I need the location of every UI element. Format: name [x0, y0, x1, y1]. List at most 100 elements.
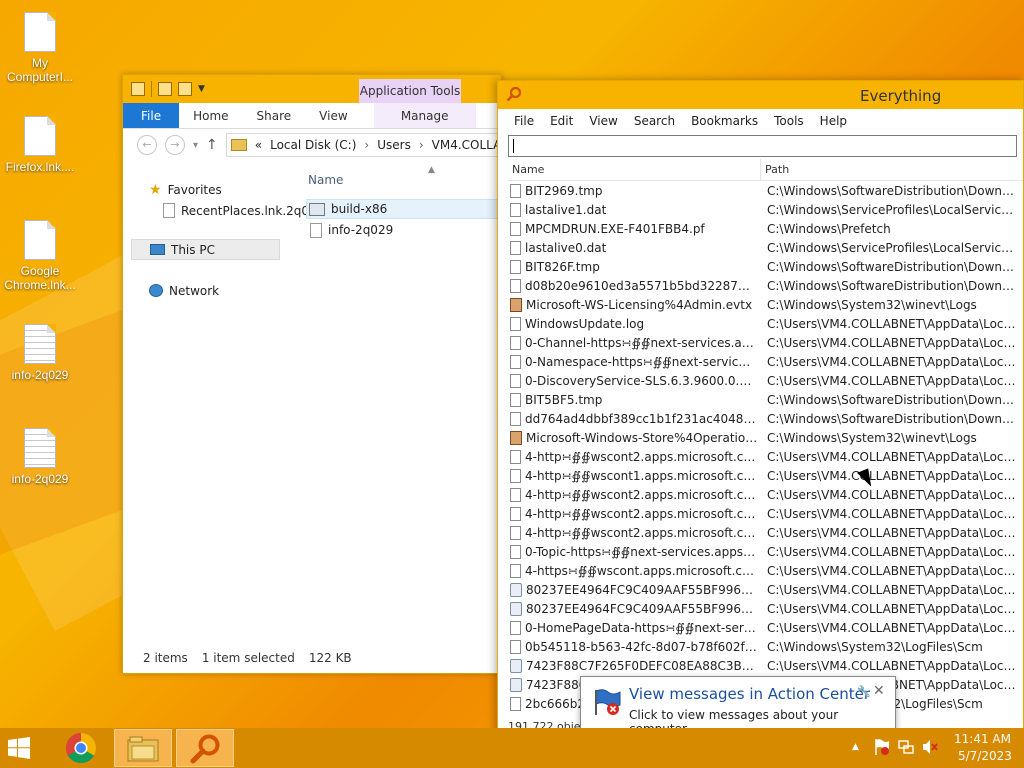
tab-manage[interactable]: Manage: [373, 103, 476, 128]
clock-date[interactable]: 5/7/2023: [958, 749, 1012, 763]
taskbar-file-explorer-button[interactable]: [114, 729, 172, 767]
clock-time[interactable]: 11:41 AM: [954, 732, 1011, 746]
folder-icon[interactable]: [131, 82, 145, 96]
tab-home[interactable]: Home: [179, 103, 242, 128]
speaker-muted-icon[interactable]: [922, 739, 938, 755]
desktop-icon-firefox[interactable]: Firefox.lnk....: [2, 116, 78, 174]
magnifier-icon: [506, 86, 522, 102]
explorer-title-bar[interactable]: ▼ Application Tools: [123, 75, 501, 103]
menu-bookmarks[interactable]: Bookmarks: [683, 109, 766, 133]
menu-tools[interactable]: Tools: [766, 109, 812, 133]
result-name: MPCMDRUN.EXE-F401FBB4.pf: [525, 221, 705, 236]
file-row-info-2q029[interactable]: info-2q029: [306, 220, 393, 240]
nav-favorites[interactable]: ★ Favorites: [123, 179, 288, 200]
result-row[interactable]: 4-http∺∯∯wscont2.apps.microsoft.com... C:…: [508, 504, 1023, 523]
back-button[interactable]: ←: [137, 135, 157, 155]
toolbar-separator: [151, 81, 152, 97]
desktop-icon-info-1[interactable]: info-2q029: [2, 324, 78, 382]
file-row-build-x86[interactable]: build-x86: [306, 199, 506, 219]
show-hidden-icons-chevron-icon[interactable]: ▲: [852, 742, 859, 752]
nav-recent-places[interactable]: RecentPlaces.lnk.2q0: [123, 200, 309, 221]
result-name-cell: 80237EE4964FC9C409AAF55BF996A292_C0...: [508, 601, 765, 616]
tab-file[interactable]: File: [123, 103, 180, 128]
result-row[interactable]: lastalive0.dat C:\Windows\ServiceProfiles…: [508, 238, 1023, 257]
results-list[interactable]: Name Path BIT2969.tmp C:\Windows\Software…: [508, 159, 1023, 715]
result-row[interactable]: Microsoft-WS-Licensing%4Admin.evtx C:\Win…: [508, 295, 1023, 314]
result-row[interactable]: 7423F88C7F265F0DEFC08EA88C3BDE45_A... C:\…: [508, 656, 1023, 675]
result-row[interactable]: 0-Channel-https∺∯∯next-services.apps....…: [508, 333, 1023, 352]
file-icon: [510, 487, 521, 502]
result-row[interactable]: 80237EE4964FC9C409AAF55BF996A292_C0... C:…: [508, 580, 1023, 599]
result-row[interactable]: dd764ad4dbbf389cc1b1f231ac40480fe35fa...…: [508, 409, 1023, 428]
desktop-icon-info-2[interactable]: info-2q029: [2, 428, 78, 486]
file-icon: [24, 12, 56, 52]
breadcrumb-users[interactable]: Users: [377, 138, 411, 152]
menu-help[interactable]: Help: [812, 109, 855, 133]
result-row[interactable]: 80237EE4964FC9C409AAF55BF996A292_C0... C:…: [508, 599, 1023, 618]
text-file-icon: [24, 428, 56, 468]
result-row[interactable]: d08b20e9610ed3a5571b5bd322878716fab4... C…: [508, 276, 1023, 295]
result-row[interactable]: Microsoft-Windows-Store%4Operational....…: [508, 428, 1023, 447]
column-header-name[interactable]: Name: [508, 159, 761, 180]
column-header-path[interactable]: Path: [761, 159, 789, 180]
forward-button[interactable]: →: [165, 135, 185, 155]
tab-view[interactable]: View: [305, 103, 361, 128]
windows-start-icon[interactable]: [8, 737, 30, 759]
chevron-down-icon[interactable]: ▼: [198, 84, 205, 94]
notification-title[interactable]: View messages in Action Center: [629, 685, 870, 703]
result-row[interactable]: lastalive1.dat C:\Windows\ServiceProfiles…: [508, 200, 1023, 219]
result-row[interactable]: WindowsUpdate.log C:\Users\VM4.COLLABNET\…: [508, 314, 1023, 333]
config-file-icon: [510, 658, 522, 673]
network-icon: [149, 284, 163, 297]
file-explorer-window[interactable]: ▼ Application Tools File Home Share View…: [122, 74, 506, 674]
action-center-notification[interactable]: View messages in Action Center Click to …: [580, 676, 896, 736]
result-row[interactable]: BIT5BF5.tmp C:\Windows\SoftwareDistributi…: [508, 390, 1023, 409]
nav-this-pc[interactable]: This PC: [131, 239, 280, 260]
result-name: 4-http∺∯∯wscont2.apps.microsoft.com...: [525, 449, 757, 464]
file-icon: [510, 525, 521, 540]
result-row[interactable]: 4-https∺∯∯wscont.apps.microsoft.com... C:…: [508, 561, 1023, 580]
breadcrumb-local-disk[interactable]: Local Disk (C:): [270, 138, 356, 152]
menu-file[interactable]: File: [506, 109, 542, 133]
result-row[interactable]: BIT826F.tmp C:\Windows\SoftwareDistributi…: [508, 257, 1023, 276]
file-icon: [510, 202, 521, 217]
result-row[interactable]: BIT2969.tmp C:\Windows\SoftwareDistributi…: [508, 181, 1023, 200]
result-row[interactable]: 4-http∺∯∯wscont2.apps.microsoft.com... C:…: [508, 523, 1023, 542]
address-bar[interactable]: « Local Disk (C:) › Users › VM4.COLLAB: [225, 133, 501, 157]
recent-locations-chevron-icon[interactable]: ▾: [193, 140, 198, 151]
result-row[interactable]: 0-HomePageData-https∺∯∯next-service... C:…: [508, 618, 1023, 637]
result-row[interactable]: 4-http∺∯∯wscont2.apps.microsoft.com... C:…: [508, 447, 1023, 466]
up-arrow-icon[interactable]: ↑: [206, 137, 218, 153]
taskbar-chrome-button[interactable]: [52, 729, 110, 767]
result-row[interactable]: 0b545118-b563-42fc-8d07-b78f602fcf34 C:\W…: [508, 637, 1023, 656]
result-row[interactable]: 4-http∺∯∯wscont2.apps.microsoft.com... C:…: [508, 485, 1023, 504]
tab-share[interactable]: Share: [243, 103, 306, 128]
menu-search[interactable]: Search: [626, 109, 683, 133]
column-header-name[interactable]: Name: [308, 173, 343, 187]
sort-up-icon: ▲: [428, 165, 435, 175]
result-row[interactable]: 0-Topic-https∺∯∯next-services.apps.mic..…: [508, 542, 1023, 561]
result-row[interactable]: MPCMDRUN.EXE-F401FBB4.pf C:\Windows\Prefe…: [508, 219, 1023, 238]
desktop-icon-my-computer[interactable]: My ComputerI...: [2, 12, 78, 84]
nav-network[interactable]: Network: [123, 280, 288, 301]
everything-window[interactable]: Everything File Edit View Search Bookmar…: [497, 80, 1024, 736]
breadcrumb-user-folder[interactable]: VM4.COLLAB: [432, 138, 501, 152]
new-folder-icon[interactable]: [178, 82, 192, 96]
properties-icon[interactable]: [158, 82, 172, 96]
close-icon[interactable]: ✕: [873, 683, 885, 699]
result-path: C:\Users\VM4.COLLABNET\AppData\LocalLo..…: [767, 658, 1017, 673]
result-name: BIT2969.tmp: [525, 183, 603, 198]
menu-edit[interactable]: Edit: [542, 109, 581, 133]
action-center-flag-icon[interactable]: [874, 738, 890, 756]
result-row[interactable]: 0-Namespace-https∺∯∯next-services.ap... C…: [508, 352, 1023, 371]
search-input[interactable]: [508, 135, 1017, 157]
menu-view[interactable]: View: [581, 109, 625, 133]
result-row[interactable]: 4-http∺∯∯wscont1.apps.microsoft.com... C:…: [508, 466, 1023, 485]
result-row[interactable]: 0-DiscoveryService-SLS.6.3.9600.0.17415.…: [508, 371, 1023, 390]
settings-wrench-icon[interactable]: 🔧: [857, 685, 871, 698]
everything-title-bar[interactable]: Everything: [498, 81, 1023, 109]
network-icon[interactable]: [898, 739, 914, 755]
desktop-icon-chrome[interactable]: Google Chrome.lnk...: [2, 220, 78, 292]
taskbar-everything-button[interactable]: [176, 729, 234, 767]
